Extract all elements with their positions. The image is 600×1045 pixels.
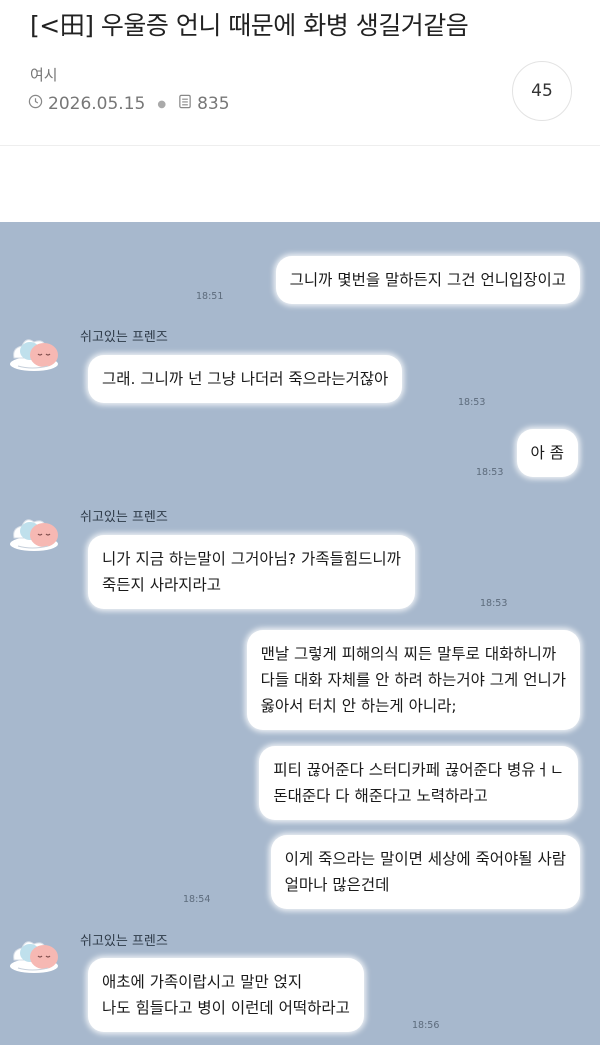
message-line: 그니까 몇번을 말하든지 그건 언니입장이고 [289,271,566,289]
message-line: 맨날 그렇게 피해의식 찌든 말투로 대화하니까 [260,645,557,663]
author-name[interactable]: 여시 [30,64,58,85]
comment-count-button[interactable]: 45 [512,61,572,121]
sleeping-peach-character-icon [8,928,66,974]
message-line: 죽든지 사라지라고 [102,576,222,594]
message-line: 옳아서 터치 안 하는게 아니라; [260,697,457,715]
chat-bubble-received: 애초에 가족이랍시고 말만 얹지 나도 힘들다고 병이 이런데 어떡하라고 [88,958,364,1032]
message-time: 18:54 [183,894,211,905]
chat-bubble-sent: 피티 끊어준다 스터디카페 끊어준다 병유ㅓㄴ 돈대준다 다 해준다고 노력하라… [259,746,578,820]
post-date: 2026.05.15 [48,94,146,114]
post-header: [<田] 우울증 언니 때문에 화병 생길거같음 여시 2026.05.15 ●… [0,0,600,145]
message-time: 18:53 [476,467,504,478]
chat-screenshot: 그니까 몇번을 말하든지 그건 언니입장이고 18:51 쉬고있는 프렌즈 그래… [0,222,600,1045]
chat-bubble-sent: 아 좀 [516,429,578,477]
document-icon [178,94,192,114]
friend-name: 쉬고있는 프렌즈 [80,934,168,949]
chat-bubble-received: 그래. 그니까 넌 그냥 나더러 죽으라는거잖아 [88,355,403,403]
friend-name: 쉬고있는 프렌즈 [80,510,168,525]
sleeping-peach-character-icon [8,326,66,372]
view-count: 835 [197,94,230,114]
chat-bubble-sent: 그니까 몇번을 말하든지 그건 언니입장이고 [275,256,580,304]
clock-icon [28,94,43,114]
friend-name: 쉬고있는 프렌즈 [80,330,168,345]
message-line: 애초에 가족이랍시고 말만 얹지 [102,973,303,991]
message-time: 18:53 [480,598,508,609]
meta-separator: ● [157,98,167,110]
chat-bubble-sent: 이게 죽으라는 말이면 세상에 죽어야될 사람 얼마나 많은건데 [270,835,580,909]
message-line: 돈대준다 다 해준다고 노력하라고 [273,787,488,805]
sleeping-peach-character-icon [8,506,66,552]
header-divider [0,145,600,146]
post-title: [<田] 우울증 언니 때문에 화병 생길거같음 [30,11,469,40]
message-line: 니가 지금 하는말이 그거아님? 가족들힘드니까 [102,550,401,568]
message-time: 18:51 [196,291,224,302]
message-time: 18:56 [412,1020,440,1031]
comment-count: 45 [531,81,553,101]
post-meta: 2026.05.15 ● 835 [28,94,230,114]
message-line: 피티 끊어준다 스터디카페 끊어준다 병유ㅓㄴ [273,761,564,779]
message-line: 다들 대화 자체를 안 하려 하는거야 그게 언니가 [260,671,566,689]
message-line: 아 좀 [530,444,564,462]
message-line: 그래. 그니까 넌 그냥 나더러 죽으라는거잖아 [102,370,389,388]
message-line: 얼마나 많은건데 [284,876,390,894]
chat-bubble-received: 니가 지금 하는말이 그거아님? 가족들힘드니까 죽든지 사라지라고 [88,535,415,609]
message-time: 18:53 [458,397,486,408]
chat-bubble-sent: 맨날 그렇게 피해의식 찌든 말투로 대화하니까 다들 대화 자체를 안 하려 … [246,630,580,730]
message-line: 나도 힘들다고 병이 이런데 어떡하라고 [102,999,350,1017]
message-line: 이게 죽으라는 말이면 세상에 죽어야될 사람 [284,850,566,868]
